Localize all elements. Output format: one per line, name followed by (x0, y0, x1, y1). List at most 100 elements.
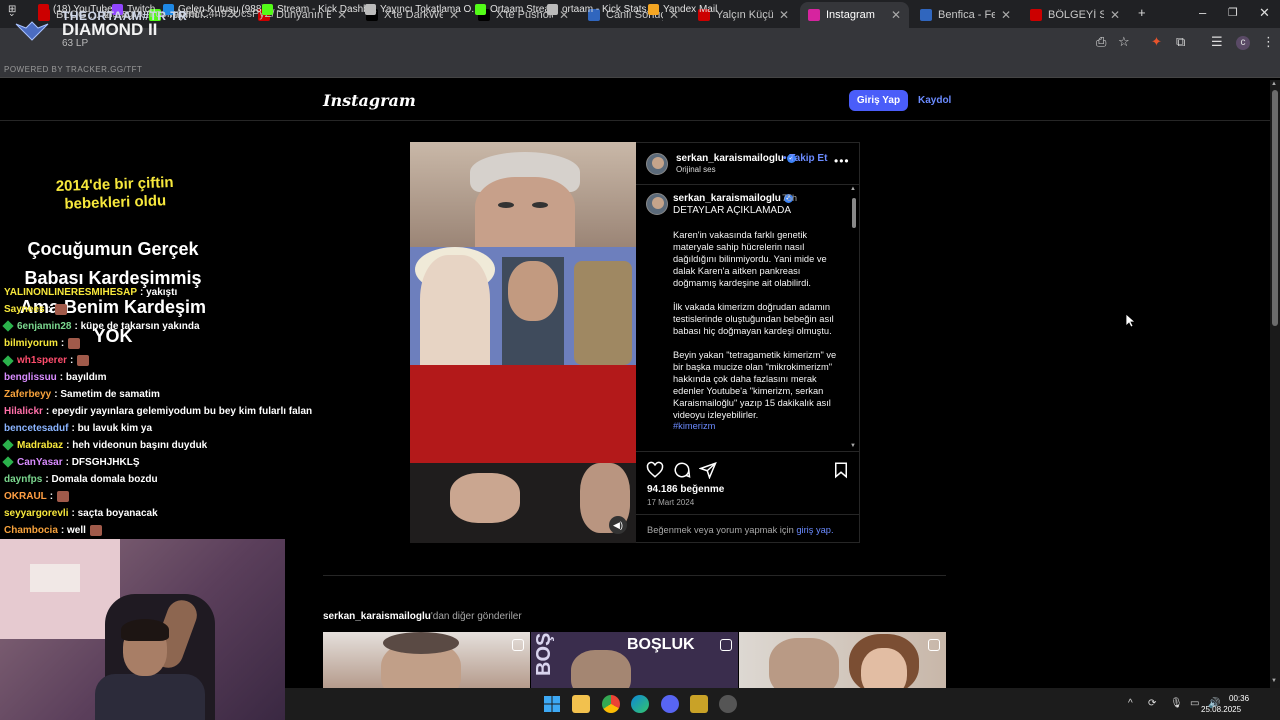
caption-scrollbar[interactable]: ▲ ▼ (850, 186, 858, 452)
related-post-thumbnail[interactable] (739, 632, 946, 688)
clock-date[interactable]: 25.08.2025 (1201, 705, 1241, 714)
bookmark-item[interactable]: Yandex Mail (648, 4, 717, 15)
tray-sync-icon[interactable]: ⟳ (1148, 698, 1156, 709)
video-frame-bottom (410, 463, 636, 543)
tab-label: BÖLGEYİ SARSACA... (1048, 9, 1104, 21)
speaker-icon: ◀) (613, 519, 623, 530)
chat-text: : Sametim de samatim (54, 389, 160, 400)
page-scrollbar[interactable]: ▲ ▼ (1270, 80, 1280, 688)
menu-dots-icon[interactable]: ⋮ (1262, 34, 1275, 50)
network-icon[interactable]: ▭ (1190, 698, 1199, 709)
chat-username: YALINONLINERESMIHESAP (4, 287, 137, 298)
bookmark-item[interactable]: Stream - Kick Dashb... (262, 4, 377, 15)
file-explorer-icon[interactable] (572, 695, 590, 713)
reel-video[interactable] (410, 142, 636, 543)
chat-message: CanYasar: DFSGHJHKLŞ (2, 456, 140, 469)
new-tab-icon[interactable]: + (1138, 5, 1146, 20)
chat-text: : bu lavuk kim ya (71, 423, 153, 434)
bookmark-label: Gelen Kutusu (988)... (178, 4, 274, 15)
discord-icon[interactable] (661, 695, 679, 713)
comment-icon[interactable] (673, 461, 691, 479)
chat-username: bencetesaduf (4, 423, 69, 434)
mute-button[interactable]: ◀) (609, 516, 627, 534)
app-icon[interactable] (719, 695, 737, 713)
chat-message: Madrabaz: heh videonun başını duyduk (2, 439, 208, 452)
tab-close-icon[interactable]: ✕ (891, 8, 901, 22)
chat-message: 6enjamin28: küpe de takarsın yakında (2, 320, 200, 333)
scroll-down-icon[interactable]: ▼ (1271, 678, 1277, 684)
stream-chat-overlay: YALINONLINERESMIHESAP: yakıştı Saynees: 6e… (0, 270, 312, 540)
more-posts-username[interactable]: serkan_karaismailoglu (323, 611, 431, 622)
login-prompt-link[interactable]: giriş yap. (796, 525, 833, 535)
tab-9[interactable]: BÖLGEYİ SARSACA... ✕ (1022, 4, 1128, 26)
chat-message: YALINONLINERESMIHESAP: yakıştı (4, 287, 177, 298)
tab-7[interactable]: Instagram ✕ (800, 2, 909, 28)
tab-close-icon[interactable]: ✕ (1001, 8, 1011, 22)
related-post-thumbnail[interactable]: BOŞLUK BOŞLUK (531, 632, 738, 688)
chat-emote-icon (68, 338, 81, 349)
youtube-icon (1030, 9, 1042, 21)
scroll-up-icon[interactable]: ▲ (1271, 81, 1277, 87)
game-launcher-icon[interactable] (690, 695, 708, 713)
tray-expand-icon[interactable]: ^ (1128, 698, 1133, 709)
video-caption-yellow: 2014'de bir çiftin bebekleri oldu (55, 173, 174, 213)
more-options-icon[interactable]: ••• (834, 154, 850, 168)
microphone-icon[interactable]: 🎙 (1170, 698, 1183, 709)
author-avatar[interactable] (646, 153, 668, 175)
reel-icon (720, 639, 732, 651)
chat-text: : saçta boyanacak (71, 508, 158, 519)
edge-icon[interactable] (631, 695, 649, 713)
extension-icon[interactable]: ✦ (1151, 34, 1162, 50)
chat-message: Saynees: (4, 304, 67, 315)
chat-text: : well (60, 525, 86, 537)
bookmark-favicon-icon (475, 4, 486, 15)
chat-username: 6enjamin28 (17, 321, 72, 332)
bookmark-item[interactable]: ortaam - Kick Stats,... (547, 4, 658, 15)
scroll-down-icon[interactable]: ▼ (850, 443, 856, 449)
reading-list-icon[interactable]: ☰ (1211, 34, 1223, 50)
maximize-icon[interactable]: ❐ (1228, 6, 1238, 19)
apps-grid-icon[interactable]: ⊞ (8, 4, 16, 15)
follow-button[interactable]: • Takip Et (783, 153, 827, 164)
chat-message: OKRAUL: (4, 491, 70, 502)
minimize-icon[interactable]: – (1199, 5, 1206, 20)
chat-badge-icon (2, 456, 14, 469)
chat-text: : (60, 338, 65, 350)
install-app-icon[interactable]: ⎙ (1096, 34, 1106, 50)
scroll-up-icon[interactable]: ▲ (850, 186, 856, 192)
windows-start-icon[interactable] (543, 695, 561, 713)
tab-close-icon[interactable]: ✕ (1110, 8, 1120, 22)
profile-avatar[interactable]: c (1236, 36, 1250, 50)
share-icon[interactable] (699, 461, 717, 479)
save-bookmark-icon[interactable] (832, 461, 850, 479)
tab-close-icon[interactable]: ✕ (779, 8, 789, 22)
chat-message: Chambocia: well (4, 525, 102, 536)
post-date: 17 Mart 2024 (647, 498, 695, 507)
chat-text: : heh videonun başını duyduk (66, 440, 208, 451)
chat-username: wh1sperer (17, 355, 68, 367)
instagram-logo[interactable]: Instagram (323, 91, 416, 110)
hashtag-link[interactable]: #kimerizm (673, 421, 715, 431)
clock-time[interactable]: 00:36 (1229, 694, 1249, 703)
bookmark-star-icon[interactable]: ☆ (1118, 34, 1130, 50)
caption-username[interactable]: serkan_karaismailoglu ✓ (673, 193, 793, 204)
author-username[interactable]: serkan_karaismailoglu ✓ (676, 153, 796, 164)
bookmark-item[interactable]: Ortaam Stream (475, 4, 558, 15)
audio-label[interactable]: Orijinal ses (676, 165, 716, 174)
chat-badge-icon (2, 439, 14, 452)
like-heart-icon[interactable] (646, 461, 664, 479)
bookmark-item[interactable]: Yayıncı Tokatlama O... (365, 4, 480, 15)
login-button[interactable]: Giriş Yap (849, 90, 908, 111)
likes-count[interactable]: 94.186 beğenme (647, 484, 724, 495)
chat-message: benglissuu: bayıldım (4, 372, 106, 383)
related-post-thumbnail[interactable] (323, 632, 530, 688)
tab-8[interactable]: Benfica - Fenerbah... ✕ (912, 4, 1019, 26)
chrome-icon[interactable] (602, 695, 620, 713)
chat-emote-icon (54, 304, 67, 315)
caption-avatar[interactable] (646, 193, 668, 215)
tab-label: Benfica - Fenerbah... (938, 9, 995, 21)
extensions-puzzle-icon[interactable]: ⧉ (1176, 34, 1185, 50)
signup-link[interactable]: Kaydol (918, 95, 951, 106)
close-window-icon[interactable]: ✕ (1259, 5, 1270, 21)
chat-text: : yakıştı (139, 287, 178, 298)
